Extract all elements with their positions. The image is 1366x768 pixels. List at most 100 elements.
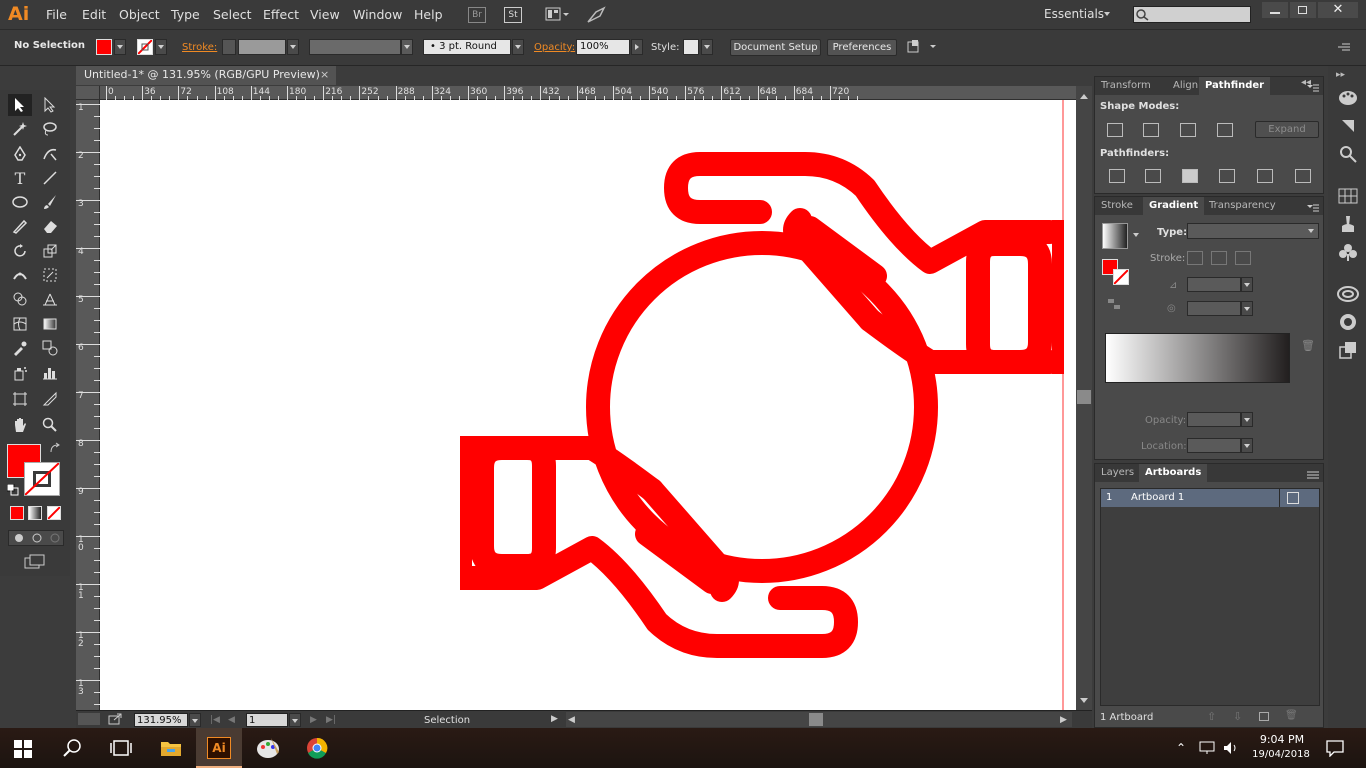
- move-down-icon[interactable]: ⇩: [1233, 710, 1242, 723]
- task-view-icon[interactable]: [110, 739, 132, 757]
- document-tab[interactable]: Untitled-1* @ 131.95% (RGB/GPU Preview) …: [76, 66, 336, 85]
- eyedropper-tool-icon[interactable]: [8, 337, 32, 359]
- scroll-right-icon[interactable]: ▶: [1060, 715, 1067, 725]
- default-fill-stroke-icon[interactable]: [6, 483, 19, 496]
- minimize-button[interactable]: [1262, 2, 1288, 18]
- menu-type[interactable]: Type: [171, 7, 200, 22]
- swatches-icon[interactable]: [1338, 188, 1358, 204]
- pathfinder-menu-icon[interactable]: [1307, 82, 1319, 92]
- file-explorer-icon[interactable]: [160, 738, 182, 758]
- stroke-along-icon[interactable]: [1211, 251, 1227, 265]
- gradient-mode-icon[interactable]: [28, 506, 42, 520]
- lasso-tool-icon[interactable]: [38, 118, 62, 140]
- reverse-gradient-icon[interactable]: [1107, 297, 1121, 311]
- intersect-icon[interactable]: [1180, 123, 1196, 137]
- width-tool-icon[interactable]: [8, 264, 32, 286]
- status-menu-icon[interactable]: ▶: [551, 714, 558, 724]
- stroke-within-icon[interactable]: [1187, 251, 1203, 265]
- blend-tool-icon[interactable]: [38, 337, 62, 359]
- symbols-icon[interactable]: [1338, 242, 1358, 262]
- type-tool-icon[interactable]: T: [8, 167, 32, 189]
- artboards-menu-icon[interactable]: [1307, 469, 1319, 479]
- graphic-style-dropdown[interactable]: [701, 39, 713, 55]
- brush-dropdown[interactable]: [512, 39, 524, 55]
- horizontal-scroll-thumb[interactable]: [809, 713, 823, 726]
- scroll-down-icon[interactable]: [1080, 698, 1088, 707]
- opacity-input[interactable]: 100%: [576, 39, 630, 55]
- gradient-angle-dropdown[interactable]: [1241, 277, 1253, 292]
- stroke-color-swatch[interactable]: [24, 462, 60, 496]
- menu-help[interactable]: Help: [414, 7, 443, 22]
- screen-mode-icon[interactable]: [24, 554, 46, 570]
- stroke-dropdown[interactable]: [155, 39, 167, 55]
- opacity-slider-toggle[interactable]: [631, 39, 643, 55]
- draw-mode-icon[interactable]: [8, 530, 64, 546]
- volume-icon[interactable]: [1222, 740, 1240, 756]
- artboard-row-name[interactable]: Artboard 1: [1131, 492, 1184, 503]
- artboard-options-icon[interactable]: [1287, 492, 1299, 504]
- vertical-scrollbar[interactable]: [1076, 86, 1092, 710]
- curvature-tool-icon[interactable]: [38, 143, 62, 165]
- menu-object[interactable]: Object: [119, 7, 160, 22]
- document-setup-button[interactable]: Document Setup: [730, 39, 821, 56]
- slice-tool-icon[interactable]: [38, 388, 62, 410]
- unite-icon[interactable]: [1107, 123, 1123, 137]
- tab-layers[interactable]: Layers: [1095, 464, 1140, 482]
- scroll-left-icon[interactable]: ◀: [568, 715, 575, 725]
- tab-transparency[interactable]: Transparency: [1203, 197, 1282, 215]
- fill-dropdown[interactable]: [114, 39, 126, 55]
- zoom-dropdown[interactable]: [189, 713, 201, 727]
- horizontal-scrollbar[interactable]: ◀ ▶: [566, 712, 1072, 727]
- pen-tool-icon[interactable]: [8, 143, 32, 165]
- previous-artboard-icon[interactable]: ◀: [228, 715, 235, 725]
- chrome-app-icon[interactable]: [306, 737, 328, 759]
- workspace-switcher[interactable]: Essentials: [1044, 7, 1104, 21]
- brushes-icon[interactable]: [1338, 214, 1358, 234]
- appearance-icon[interactable]: [1338, 312, 1358, 332]
- free-transform-tool-icon[interactable]: [38, 264, 62, 286]
- close-document-icon[interactable]: ×: [320, 68, 329, 81]
- color-mode-icon[interactable]: [10, 506, 24, 520]
- share-icon[interactable]: [108, 713, 124, 725]
- none-mode-icon[interactable]: [47, 506, 61, 520]
- menu-effect[interactable]: Effect: [263, 7, 299, 22]
- gradient-thumbnail-dropdown-icon[interactable]: [1133, 233, 1139, 240]
- selection-tool-icon[interactable]: [8, 94, 32, 116]
- canvas[interactable]: [100, 100, 1076, 710]
- hands-holding-circle-icon[interactable]: [460, 152, 1062, 658]
- column-graph-tool-icon[interactable]: [38, 362, 62, 384]
- windows-start-icon[interactable]: [14, 740, 32, 758]
- vertical-ruler[interactable]: 1 2 3 4 5 6 7 8 9 10 11 12 13: [76, 100, 100, 717]
- gradient-location-input[interactable]: [1187, 438, 1241, 453]
- exclude-icon[interactable]: [1217, 123, 1233, 137]
- flip-icon[interactable]: [78, 713, 100, 725]
- stroke-weight-dropdown[interactable]: [287, 39, 299, 55]
- merge-icon[interactable]: [1182, 169, 1198, 183]
- stroke-swatch[interactable]: [137, 39, 153, 55]
- control-panel-menu-icon[interactable]: [1336, 40, 1352, 54]
- circle-shape[interactable]: [586, 231, 938, 583]
- dock-collapse-icon[interactable]: ▸▸: [1336, 70, 1345, 80]
- action-center-icon[interactable]: [1326, 739, 1344, 758]
- zoom-level-input[interactable]: 131.95%: [134, 713, 188, 727]
- clock-time[interactable]: 9:04 PM: [1252, 733, 1312, 746]
- gradient-type-select[interactable]: [1187, 223, 1319, 239]
- gradient-opacity-input[interactable]: [1187, 412, 1241, 427]
- artboard-number-dropdown[interactable]: [289, 713, 301, 727]
- graphic-styles-icon[interactable]: [1338, 340, 1358, 360]
- fill-swatch[interactable]: [96, 39, 112, 55]
- rotate-tool-icon[interactable]: [8, 240, 32, 262]
- swap-fill-stroke-icon[interactable]: [48, 442, 62, 456]
- paintbrush-tool-icon[interactable]: [38, 191, 62, 213]
- gradient-angle-input[interactable]: [1187, 277, 1241, 292]
- gradient-aspect-input[interactable]: [1187, 301, 1241, 316]
- close-window-button[interactable]: ✕: [1318, 2, 1358, 18]
- gradient-menu-icon[interactable]: [1307, 202, 1319, 212]
- next-artboard-icon[interactable]: ▶: [310, 715, 317, 725]
- ellipse-tool-icon[interactable]: [8, 191, 32, 213]
- brush-definition[interactable]: • 3 pt. Round: [423, 39, 511, 55]
- vertical-scroll-thumb[interactable]: [1077, 390, 1091, 404]
- hand-tool-icon[interactable]: [8, 414, 32, 436]
- direct-selection-tool-icon[interactable]: [38, 94, 62, 116]
- artboard-tool-icon[interactable]: [8, 388, 32, 410]
